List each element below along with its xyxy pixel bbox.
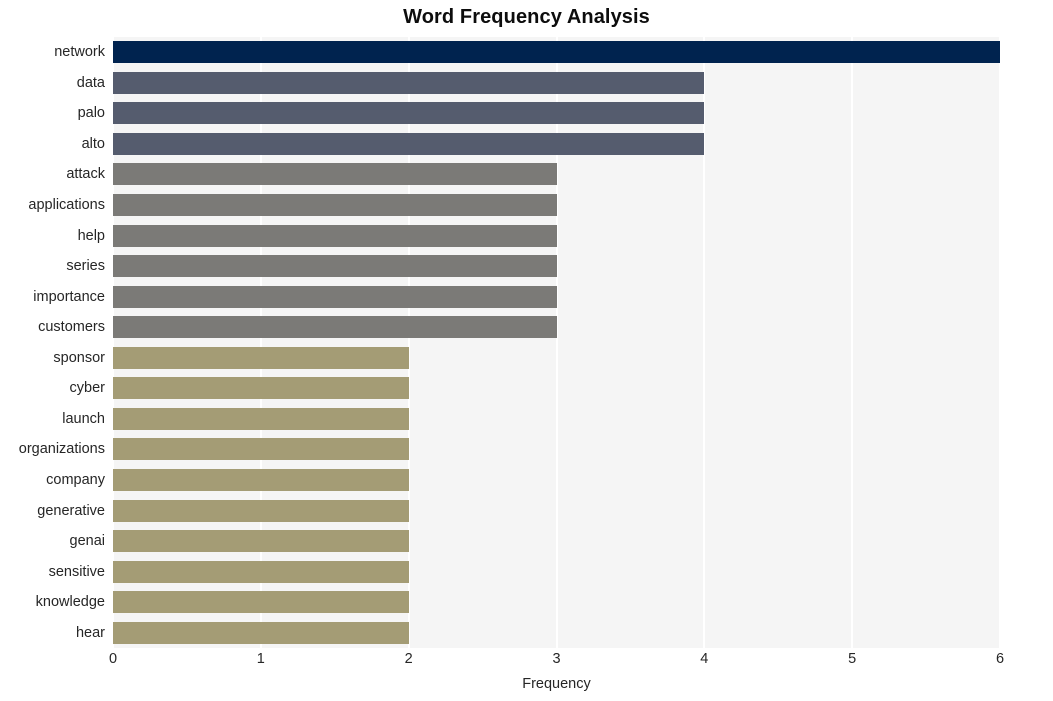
bar-palo[interactable]	[113, 102, 705, 125]
bar-help[interactable]	[113, 224, 557, 247]
y-tick-label-hear: hear	[75, 624, 105, 641]
bar-network[interactable]	[113, 41, 1000, 64]
y-tick-label-attack: attack	[66, 166, 105, 183]
y-tick-label-series: series	[66, 258, 105, 275]
bar-alto[interactable]	[113, 132, 705, 155]
bar-series[interactable]	[113, 255, 557, 278]
bar-organizations[interactable]	[113, 438, 409, 461]
bar-applications[interactable]	[113, 194, 557, 216]
y-tick-label-data: data	[76, 74, 105, 91]
bar-row[interactable]	[113, 407, 1000, 430]
bar-genai[interactable]	[113, 530, 409, 553]
bar-row[interactable]	[113, 41, 1000, 64]
bar-row[interactable]	[113, 285, 1000, 308]
y-tick-label-alto: alto	[81, 135, 105, 152]
bar-hear[interactable]	[113, 621, 409, 644]
y-tick-label-knowledge: knowledge	[35, 594, 105, 611]
bar-row[interactable]	[113, 438, 1000, 461]
bar-row[interactable]	[113, 194, 1000, 216]
bar-row[interactable]	[113, 530, 1000, 553]
plot-area	[112, 37, 1001, 648]
bar-importance[interactable]	[113, 285, 557, 308]
bar-row[interactable]	[113, 621, 1000, 644]
y-axis-tick-labels: network data palo alto attack applications hel…	[0, 37, 105, 648]
x-tick-label-0: 0	[108, 651, 118, 667]
y-tick-label-organizations: organizations	[18, 441, 105, 458]
x-axis-title: Frequency	[522, 676, 591, 692]
bar-data[interactable]	[113, 71, 705, 94]
y-tick-label-cyber: cyber	[69, 380, 105, 397]
y-tick-label-company: company	[46, 471, 105, 488]
y-tick-label-network: network	[54, 44, 105, 61]
word-frequency-bar-chart: Word Frequency Analysis network data palo a…	[0, 0, 1053, 701]
y-tick-label-launch: launch	[62, 410, 105, 427]
y-tick-label-sponsor: sponsor	[53, 349, 105, 366]
bar-company[interactable]	[113, 468, 409, 491]
bar-row[interactable]	[113, 163, 1000, 186]
y-tick-label-applications: applications	[28, 197, 105, 214]
bar-launch[interactable]	[113, 407, 409, 430]
bar-row[interactable]	[113, 468, 1000, 491]
x-tick-label-1: 1	[256, 651, 265, 667]
y-tick-label-genai: genai	[69, 533, 105, 550]
bar-row[interactable]	[113, 560, 1000, 583]
bar-row[interactable]	[113, 377, 1000, 400]
y-tick-label-palo: palo	[77, 105, 105, 122]
bar-row[interactable]	[113, 102, 1000, 125]
bar-row[interactable]	[113, 316, 1000, 339]
bar-sensitive[interactable]	[113, 560, 409, 583]
bar-row[interactable]	[113, 255, 1000, 278]
bar-attack[interactable]	[113, 163, 557, 186]
y-tick-label-sensitive: sensitive	[48, 563, 105, 580]
bar-sponsor[interactable]	[113, 346, 409, 369]
x-tick-label-5: 5	[848, 651, 857, 667]
y-tick-label-importance: importance	[33, 288, 105, 305]
bars-container	[113, 37, 1000, 648]
y-tick-label-customers: customers	[38, 319, 105, 336]
y-tick-label-help: help	[77, 227, 105, 244]
x-tick-label-3: 3	[552, 651, 561, 667]
bar-customers[interactable]	[113, 316, 557, 339]
bar-row[interactable]	[113, 346, 1000, 369]
bar-knowledge[interactable]	[113, 591, 409, 614]
bar-row[interactable]	[113, 132, 1000, 155]
bar-cyber[interactable]	[113, 377, 409, 400]
y-tick-label-generative: generative	[37, 502, 105, 519]
x-tick-label-2: 2	[404, 651, 413, 667]
bar-generative[interactable]	[113, 499, 409, 522]
bar-row[interactable]	[113, 71, 1000, 94]
x-tick-label-6: 6	[995, 651, 1005, 667]
bar-row[interactable]	[113, 499, 1000, 522]
chart-title: Word Frequency Analysis	[403, 6, 650, 28]
bar-row[interactable]	[113, 224, 1000, 247]
x-axis-tick-labels: 0 1 2 3 4 5 6	[109, 651, 1004, 674]
x-tick-label-4: 4	[700, 651, 709, 667]
bar-row[interactable]	[113, 591, 1000, 614]
